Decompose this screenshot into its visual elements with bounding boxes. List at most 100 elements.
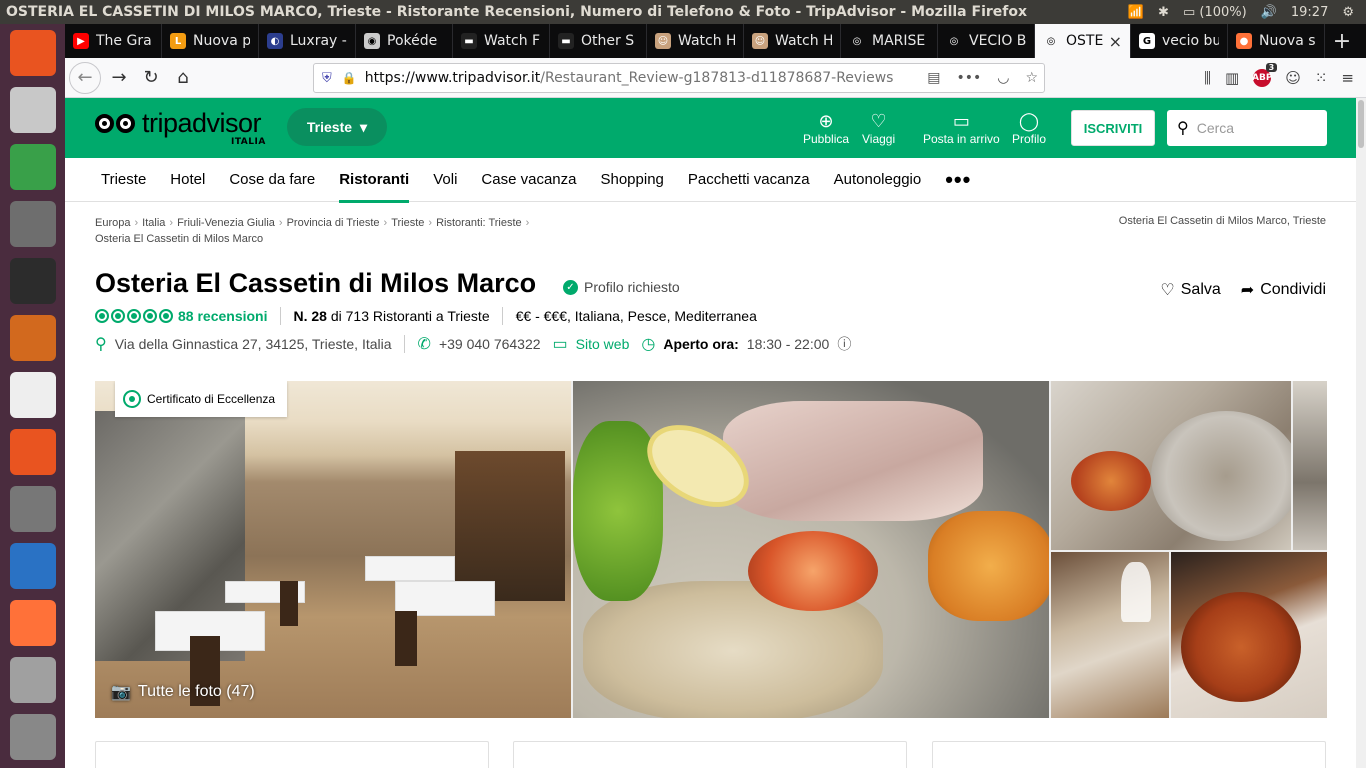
- nav-item-cose-da-fare[interactable]: Cose da fare: [217, 158, 327, 202]
- tab[interactable]: ◐ Luxray -: [259, 24, 356, 58]
- clock[interactable]: 19:27: [1291, 5, 1328, 20]
- tab[interactable]: ☺ Watch H: [744, 24, 841, 58]
- reload-button[interactable]: ↻: [135, 62, 167, 94]
- save-button[interactable]: ♡ Salva: [1160, 280, 1220, 300]
- trash-icon[interactable]: [9, 714, 56, 760]
- tab-active[interactable]: ◎ OSTE ×: [1035, 24, 1131, 58]
- tab[interactable]: ◉ Pokéde: [356, 24, 453, 58]
- scrollbar-thumb[interactable]: [1358, 100, 1364, 148]
- page-actions-icon[interactable]: •••: [956, 70, 981, 86]
- header-action-pubblica[interactable]: ⊕ Pubblica: [803, 110, 849, 146]
- page-scrollbar[interactable]: [1356, 98, 1366, 768]
- tab[interactable]: ☺ Watch H: [647, 24, 744, 58]
- nav-item-case-vacanza[interactable]: Case vacanza: [469, 158, 588, 202]
- more-icon[interactable]: •••: [933, 167, 983, 193]
- battery-indicator[interactable]: ▭ (100%): [1183, 5, 1247, 20]
- lock-icon[interactable]: 🔒: [342, 71, 357, 85]
- close-tab-icon[interactable]: ×: [1109, 32, 1122, 51]
- breadcrumb-link[interactable]: Italia: [142, 217, 165, 229]
- photo-dish-extra[interactable]: [1293, 381, 1327, 550]
- menu-icon[interactable]: ≡: [1341, 69, 1354, 87]
- geo-selector[interactable]: Trieste ▾: [287, 108, 387, 146]
- website-link[interactable]: ▭ Sito web: [553, 334, 630, 354]
- nav-item-ristoranti[interactable]: Ristoranti: [327, 158, 421, 203]
- breadcrumb-link[interactable]: Ristoranti: Trieste: [436, 217, 522, 229]
- impress-icon[interactable]: [9, 315, 56, 361]
- extensions-icon[interactable]: ⁙: [1315, 69, 1328, 87]
- address-link[interactable]: ⚲ Via della Ginnastica 27, 34125, Trieste…: [95, 334, 392, 354]
- breadcrumb-link[interactable]: Provincia di Trieste: [287, 217, 380, 229]
- opening-hours[interactable]: ◷ Aperto ora: 18:30 - 22:00 ⓘ: [641, 334, 851, 354]
- share-button[interactable]: ➦ Condividi: [1241, 280, 1326, 300]
- amazon-icon[interactable]: [9, 372, 56, 418]
- photo-interior[interactable]: Certificato di Eccellenza 📷 Tutte le fot…: [95, 381, 571, 718]
- header-action-profilo[interactable]: ◯ Profilo: [1012, 110, 1046, 146]
- nav-item-hotel[interactable]: Hotel: [158, 158, 217, 202]
- photo-dish-antipasto[interactable]: [573, 381, 1049, 718]
- tracking-shield-icon[interactable]: ⛨: [322, 71, 332, 86]
- forward-button[interactable]: →: [103, 62, 135, 94]
- photo-dish-fish[interactable]: [1051, 381, 1291, 550]
- tab[interactable]: ◎ MARISE: [841, 24, 938, 58]
- bluetooth-icon[interactable]: ✱: [1158, 5, 1169, 20]
- file-manager-icon[interactable]: [9, 201, 56, 247]
- terminal-icon[interactable]: [9, 258, 56, 304]
- tab-favicon-icon: ◐: [267, 33, 283, 49]
- all-photos-link[interactable]: 📷 Tutte le foto (47): [111, 682, 255, 702]
- bookmark-star-icon[interactable]: ☆: [1025, 70, 1038, 86]
- adblock-icon[interactable]: ABP 3: [1252, 63, 1278, 87]
- firefox-icon[interactable]: [9, 600, 56, 646]
- tab[interactable]: ▬ Watch F: [453, 24, 550, 58]
- calc-spreadsheet-icon[interactable]: [9, 144, 56, 190]
- header-action-viaggi[interactable]: ♡ Viaggi: [862, 110, 895, 146]
- sidebar-icon[interactable]: ▥: [1225, 69, 1239, 87]
- nav-item-shopping[interactable]: Shopping: [588, 158, 675, 202]
- nav-item-pacchetti-vacanza[interactable]: Pacchetti vacanza: [676, 158, 822, 202]
- phone-link[interactable]: ✆ +39 040 764322: [418, 334, 541, 354]
- new-tab-button[interactable]: +: [1325, 24, 1359, 58]
- cuisine-list[interactable]: €€ - €€€, Italiana, Pesce, Mediterranea: [516, 308, 757, 324]
- drive-icon[interactable]: [9, 657, 56, 703]
- ubuntu-dash-icon[interactable]: [9, 30, 56, 76]
- home-button[interactable]: ⌂: [167, 62, 199, 94]
- tab[interactable]: ◎ VECIO B: [938, 24, 1035, 58]
- breadcrumb-link[interactable]: Friuli-Venezia Giulia: [177, 217, 275, 229]
- software-center-icon[interactable]: [9, 429, 56, 475]
- nav-item-trieste[interactable]: Trieste: [89, 158, 158, 202]
- info-icon[interactable]: ⓘ: [837, 334, 851, 354]
- breadcrumb-link[interactable]: Europa: [95, 217, 130, 229]
- url-bar[interactable]: ⛨ 🔒 https://www.tripadvisor.it/Restauran…: [313, 63, 1045, 93]
- tab[interactable]: L Nuova p: [162, 24, 259, 58]
- reviews-link[interactable]: 88 recensioni: [178, 308, 268, 324]
- tab[interactable]: ▶ The Gra: [65, 24, 162, 58]
- header-action-posta-in-arrivo[interactable]: ▭ Posta in arrivo: [923, 110, 1000, 146]
- rating-bubbles[interactable]: [95, 309, 173, 323]
- volume-icon[interactable]: 🔊: [1261, 5, 1277, 20]
- account-icon[interactable]: ☺: [1285, 69, 1301, 87]
- nav-item-voli[interactable]: Voli: [421, 158, 469, 202]
- ranking-link[interactable]: N. 28 di 713 Ristoranti a Trieste: [294, 308, 490, 324]
- system-settings-icon[interactable]: [9, 486, 56, 532]
- tab[interactable]: ▬ Other S: [550, 24, 647, 58]
- photo-dessert[interactable]: [1171, 552, 1327, 718]
- tripadvisor-logo[interactable]: tripadvisor ITALIA: [95, 108, 265, 147]
- nav-item-autonoleggio[interactable]: Autonoleggio: [822, 158, 934, 202]
- tab[interactable]: ● Nuova s: [1228, 24, 1325, 58]
- breadcrumb-link[interactable]: Trieste: [391, 217, 424, 229]
- signup-button[interactable]: ISCRIVITI: [1071, 110, 1155, 146]
- search-input[interactable]: ⚲ Cerca: [1167, 110, 1327, 146]
- wifi-icon[interactable]: 📶: [1128, 5, 1144, 20]
- claimed-badge[interactable]: ✓ Profilo richiesto: [563, 279, 680, 295]
- writer-icon[interactable]: [9, 543, 56, 589]
- tab[interactable]: Gvecio bu: [1131, 24, 1228, 58]
- header-action-label: Viaggi: [862, 132, 896, 146]
- camera-icon: 📷: [111, 684, 131, 701]
- pocket-icon[interactable]: ◡: [997, 70, 1009, 86]
- sudoku-icon[interactable]: [9, 87, 56, 133]
- certificate-badge[interactable]: Certificato di Eccellenza: [115, 381, 288, 417]
- reader-view-icon[interactable]: ▤: [927, 70, 940, 86]
- back-button[interactable]: ←: [69, 61, 101, 94]
- photo-dish-seafood[interactable]: [1051, 552, 1169, 718]
- power-icon[interactable]: ⚙: [1342, 5, 1354, 20]
- library-icon[interactable]: ⫼: [1204, 69, 1211, 87]
